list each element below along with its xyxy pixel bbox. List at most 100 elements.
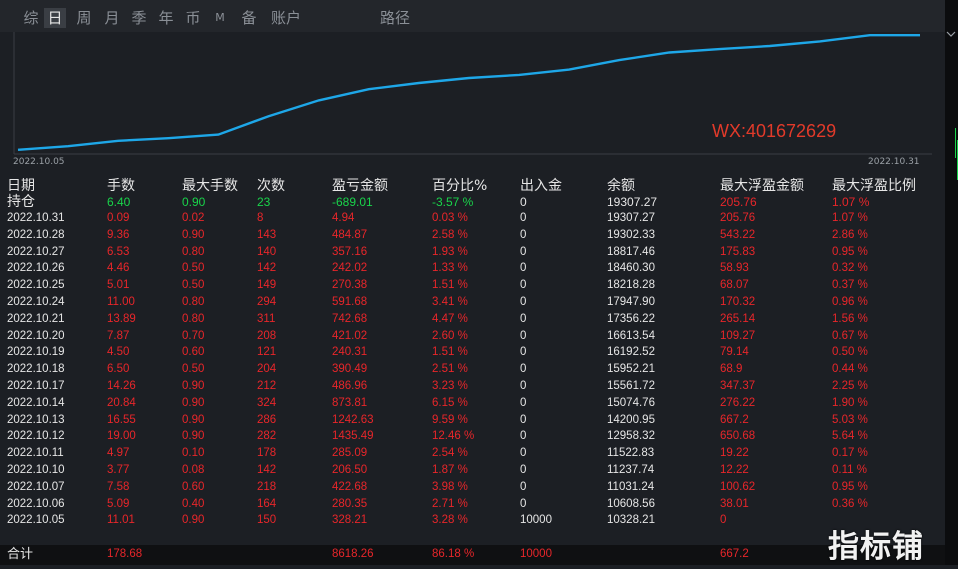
cell: 6.15 % xyxy=(432,395,468,412)
tab-10[interactable]: 路径 xyxy=(377,8,413,28)
table-row[interactable]: 2022.10.0511.010.90150328.213.28 %100001… xyxy=(0,512,945,529)
table-row[interactable]: 2022.10.276.530.80140357.161.93 %018817.… xyxy=(0,244,945,261)
cell: 294 xyxy=(257,294,276,311)
cell: 0.50 xyxy=(182,277,204,294)
cell: 3.77 xyxy=(107,462,129,479)
column-header[interactable]: 盈亏金额 xyxy=(332,175,388,195)
tab-7[interactable]: M xyxy=(212,8,228,28)
cell: 0.50 % xyxy=(832,344,868,361)
cell: 142 xyxy=(257,462,276,479)
holding-row[interactable]: 持仓6.400.9023-689.01-3.57 %019307.27205.7… xyxy=(0,194,945,210)
cell: 0.90 xyxy=(182,412,204,429)
column-header[interactable]: 最大手数 xyxy=(182,175,238,195)
cell: 18218.28 xyxy=(607,277,655,294)
cell: 11031.24 xyxy=(607,479,654,496)
column-header[interactable]: 最大浮盈金额 xyxy=(720,175,804,195)
cell: 0 xyxy=(520,227,526,244)
table-row[interactable]: 2022.10.1316.550.902861242.639.59 %01420… xyxy=(0,412,945,429)
cell: 2022.10.28 xyxy=(7,227,65,244)
cell: 2022.10.26 xyxy=(7,260,65,277)
table-row[interactable]: 2022.10.264.460.50142242.021.33 %018460.… xyxy=(0,260,945,277)
column-header[interactable]: 日期 xyxy=(7,175,35,195)
column-header[interactable]: 百分比% xyxy=(432,175,487,195)
cell: 19.00 xyxy=(107,428,136,445)
cell: 16613.54 xyxy=(607,328,655,345)
table-row[interactable]: 2022.10.186.500.50204390.492.51 %015952.… xyxy=(0,361,945,378)
cell: 0.95 % xyxy=(832,244,868,261)
table-row[interactable]: 2022.10.1420.840.90324873.816.15 %015074… xyxy=(0,395,945,412)
tab-3[interactable]: 月 xyxy=(101,8,123,28)
cell: 3.28 % xyxy=(432,512,468,529)
cell: 0.36 % xyxy=(832,496,868,513)
cell: 265.14 xyxy=(720,311,755,328)
cell: 0.50 xyxy=(182,260,204,277)
total-row[interactable]: 合计178.688618.2686.18 %10000667.2 xyxy=(0,545,945,562)
cell: 0.03 % xyxy=(432,210,468,227)
cell: 0.96 % xyxy=(832,294,868,311)
column-header[interactable]: 次数 xyxy=(257,175,285,195)
table-row[interactable]: 2022.10.114.970.10178285.092.54 %011522.… xyxy=(0,445,945,462)
cell: 164 xyxy=(257,496,276,513)
column-header[interactable]: 余额 xyxy=(607,175,635,195)
cell: 484.87 xyxy=(332,227,367,244)
cell: 742.68 xyxy=(332,311,367,328)
cell: 5.01 xyxy=(107,277,129,294)
tab-6[interactable]: 币 xyxy=(182,8,204,28)
table-row[interactable]: 2022.10.1714.260.90212486.963.23 %015561… xyxy=(0,378,945,395)
cell: 15074.76 xyxy=(607,395,655,412)
tab-8[interactable]: 备 xyxy=(238,8,260,28)
table-row[interactable]: 2022.10.207.870.70208421.022.60 %016613.… xyxy=(0,328,945,345)
cell: 12958.32 xyxy=(607,428,655,445)
column-header[interactable]: 手数 xyxy=(107,175,135,195)
cell: 109.27 xyxy=(720,328,755,345)
cell: 0.80 xyxy=(182,244,204,261)
cell: 280.35 xyxy=(332,496,367,513)
cell: 0 xyxy=(520,445,526,462)
x-start-label: 2022.10.05 xyxy=(13,157,65,167)
cell: 311 xyxy=(257,311,275,328)
cell: 0 xyxy=(520,395,526,412)
tab-1[interactable]: 日 xyxy=(44,8,66,28)
cell: 212 xyxy=(257,378,276,395)
cell: 2022.10.25 xyxy=(7,277,65,294)
cell: 0.60 xyxy=(182,479,204,496)
cell: 1.51 % xyxy=(432,277,468,294)
cell: 2022.10.17 xyxy=(7,378,65,395)
tab-0[interactable]: 综 xyxy=(20,8,42,28)
table-row[interactable]: 2022.10.2113.890.80311742.684.47 %017356… xyxy=(0,311,945,328)
cell: 5.03 % xyxy=(832,412,868,429)
column-header[interactable]: 最大浮盈比例 xyxy=(832,175,916,195)
cell: 2022.10.18 xyxy=(7,361,65,378)
tab-5[interactable]: 年 xyxy=(155,8,177,28)
tab-2[interactable]: 周 xyxy=(73,8,95,28)
table-row[interactable]: 2022.10.103.770.08142206.501.87 %011237.… xyxy=(0,462,945,479)
cell: 1.56 % xyxy=(832,311,868,328)
table-row[interactable]: 2022.10.077.580.60218422.683.98 %011031.… xyxy=(0,479,945,496)
table-row[interactable]: 2022.10.310.090.0284.940.03 %019307.2720… xyxy=(0,210,945,227)
table-row[interactable]: 2022.10.289.360.90143484.872.58 %019302.… xyxy=(0,227,945,244)
cell: 0.90 xyxy=(182,428,204,445)
cell: 1.33 % xyxy=(432,260,468,277)
cell: 650.68 xyxy=(720,428,755,445)
cell: 11.01 xyxy=(107,512,135,529)
table-row[interactable]: 2022.10.194.500.60121240.311.51 %016192.… xyxy=(0,344,945,361)
cell: 9.36 xyxy=(107,227,129,244)
cell: 591.68 xyxy=(332,294,367,311)
column-header[interactable]: 出入金 xyxy=(520,175,562,195)
x-end-label: 2022.10.31 xyxy=(868,157,920,167)
table-row[interactable]: 2022.10.255.010.50149270.381.51 %018218.… xyxy=(0,277,945,294)
tab-9[interactable]: 账户 xyxy=(268,8,304,28)
table-row[interactable]: 2022.10.065.090.40164280.352.71 %010608.… xyxy=(0,496,945,513)
cell: 0 xyxy=(520,378,526,395)
cell: 9.59 % xyxy=(432,412,468,429)
cell: 10608.56 xyxy=(607,496,655,513)
cell: 270.38 xyxy=(332,277,367,294)
table-row[interactable]: 2022.10.1219.000.902821435.4912.46 %0129… xyxy=(0,428,945,445)
cell: 19307.27 xyxy=(607,210,655,227)
cell: 4.47 % xyxy=(432,311,468,328)
cell: 175.83 xyxy=(720,244,755,261)
watermark: 指标铺 xyxy=(828,521,924,566)
cell: 2022.10.19 xyxy=(7,344,65,361)
tab-4[interactable]: 季 xyxy=(128,8,150,28)
table-row[interactable]: 2022.10.2411.000.80294591.683.41 %017947… xyxy=(0,294,945,311)
